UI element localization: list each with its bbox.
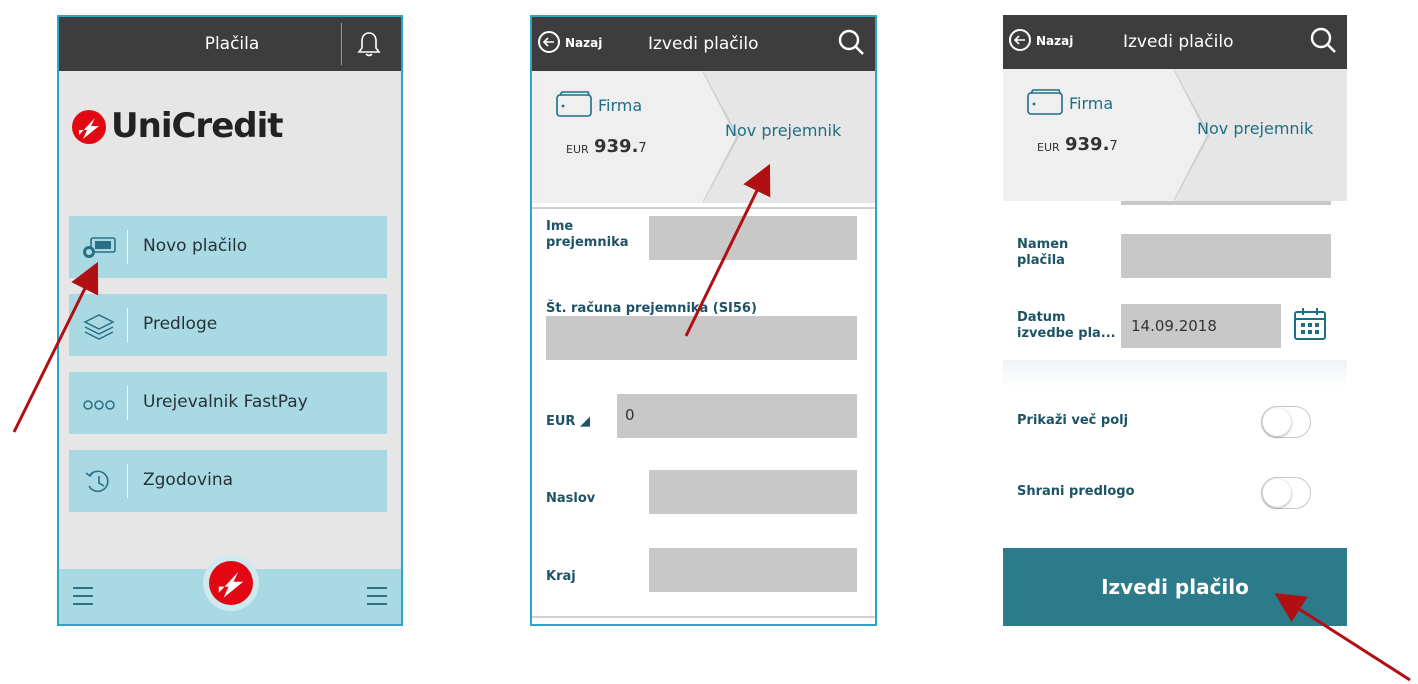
arrow-to-new-recipient (684, 163, 771, 337)
arrow-to-new-payment (12, 261, 99, 433)
arrow-to-execute-button (1274, 593, 1411, 682)
annotation-arrows (12, 163, 1411, 682)
